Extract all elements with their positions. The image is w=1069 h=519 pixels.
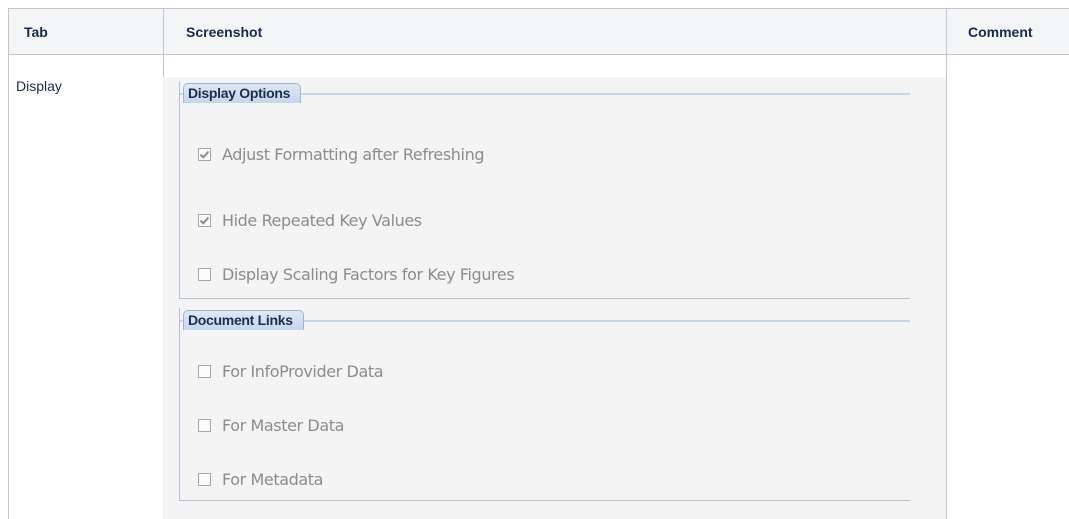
group-display-options: Display Options Adjust Formatting after … xyxy=(179,81,910,299)
checkbox[interactable] xyxy=(198,472,211,486)
checkbox[interactable] xyxy=(198,364,211,378)
option-label: Adjust Formatting after Refreshing xyxy=(222,144,485,164)
option-metadata[interactable]: For Metadata xyxy=(198,469,323,489)
option-hide-repeated[interactable]: Hide Repeated Key Values xyxy=(198,210,422,230)
header-screenshot: Screenshot xyxy=(186,24,263,40)
option-label: For InfoProvider Data xyxy=(222,361,384,381)
option-infoprovider-data[interactable]: For InfoProvider Data xyxy=(198,361,384,381)
checkmark-icon xyxy=(199,150,210,159)
table-header-row xyxy=(8,8,1069,54)
option-adjust-formatting[interactable]: Adjust Formatting after Refreshing xyxy=(198,144,484,164)
option-label: For Metadata xyxy=(222,469,324,489)
screenshot-panel: Display Options Adjust Formatting after … xyxy=(163,77,946,519)
group-document-links: Document Links For InfoProvider Data For… xyxy=(179,308,910,501)
option-label: Hide Repeated Key Values xyxy=(222,210,422,230)
table-border-left xyxy=(8,8,9,519)
checkbox[interactable] xyxy=(198,267,211,281)
group-title: Display Options xyxy=(183,83,302,103)
row-tab-cell: Display xyxy=(16,78,62,94)
checkmark-icon xyxy=(199,216,210,225)
table-border-top xyxy=(8,8,1069,9)
header-comment: Comment xyxy=(968,24,1033,40)
checkbox[interactable] xyxy=(198,213,211,227)
option-master-data[interactable]: For Master Data xyxy=(198,415,344,435)
table-column-divider-2 xyxy=(946,8,947,519)
group-title: Document Links xyxy=(183,310,304,330)
option-display-scaling[interactable]: Display Scaling Factors for Key Figures xyxy=(198,264,515,284)
checkbox[interactable] xyxy=(198,418,211,432)
checkbox[interactable] xyxy=(198,147,211,161)
table-header-divider xyxy=(8,54,1069,55)
option-label: Display Scaling Factors for Key Figures xyxy=(222,264,515,284)
option-label: For Master Data xyxy=(222,415,345,435)
header-tab: Tab xyxy=(24,24,48,40)
